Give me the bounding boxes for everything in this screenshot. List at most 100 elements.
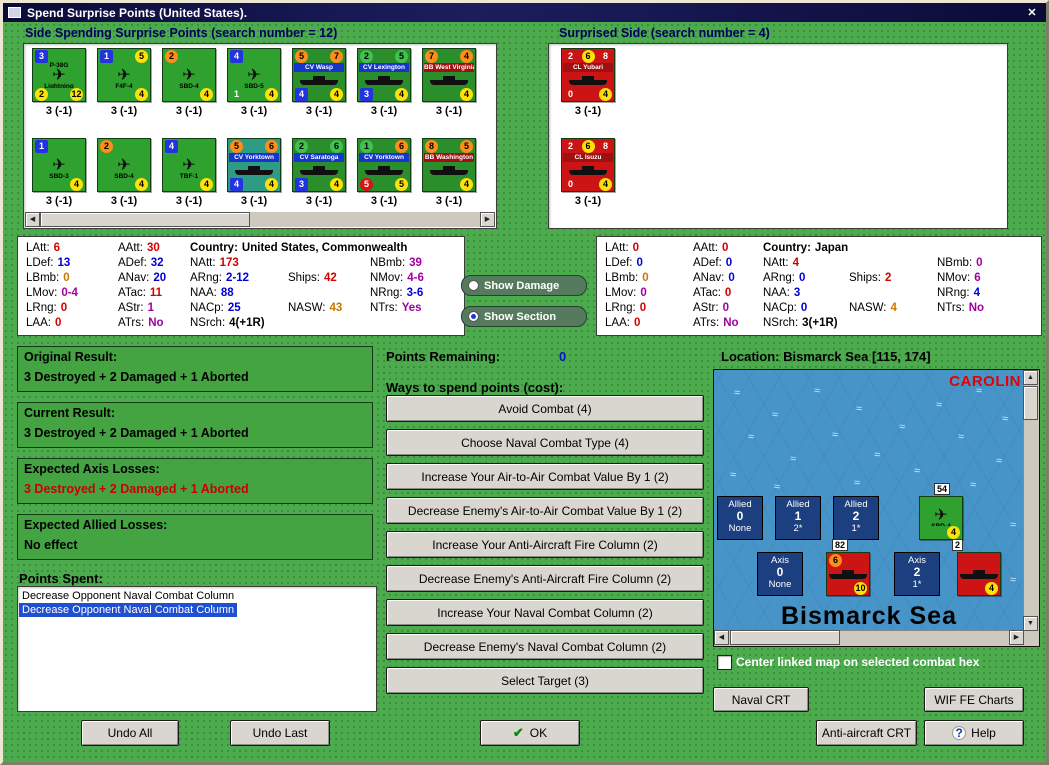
unit-counter[interactable]: 2 6 8 CL Isuzu 0 4 3 (-1) — [559, 138, 617, 207]
close-button[interactable]: ✕ — [1023, 6, 1041, 19]
unit-counter[interactable]: 2 ✈ SBD-4 4 3 (-1) — [160, 48, 218, 117]
ship-silhouette-icon — [424, 73, 474, 87]
aircraft-silhouette-icon: ✈ — [52, 66, 66, 84]
unit-counter[interactable]: 4 — [950, 552, 1008, 596]
center-map-checkbox-label[interactable]: Center linked map on selected combat hex — [736, 655, 979, 669]
points-spent-listbox[interactable]: Decrease Opponent Naval Combat Column Dec… — [17, 586, 377, 712]
scrollbar-thumb[interactable] — [40, 212, 250, 227]
unit-counter[interactable]: 1 ✈ SBD-3 4 3 (-1) — [30, 138, 88, 207]
counter-top-values: 25 — [359, 49, 409, 63]
radio-option-show-damage[interactable]: Show Damage — [461, 275, 587, 296]
unit-counter[interactable]: 1 5 ✈ F4F-4 4 3 (-1) — [95, 48, 153, 117]
counter-top-values: 15 — [99, 49, 149, 63]
map-stack-box-allied-1[interactable]: Allied 1 2* — [775, 496, 821, 540]
unit-caption: 3 (-1) — [435, 105, 463, 117]
map-vertical-scrollbar[interactable]: ▲ ▼ — [1023, 370, 1039, 631]
stat-nrng: NRng: 3-6 — [370, 287, 423, 299]
spend-button-2[interactable]: Choose Naval Combat Type (4) — [386, 429, 704, 456]
ok-button[interactable]: ✔ OK — [480, 720, 580, 746]
counter-body: 2 5 CV Lexington 3 4 — [357, 48, 411, 102]
map-vscroll-thumb[interactable] — [1023, 386, 1038, 420]
counter-value-badge: 4 — [985, 581, 998, 595]
map-scroll-down-button[interactable]: ▼ — [1023, 616, 1038, 631]
unit-counter[interactable]: 6 10 — [819, 552, 877, 596]
map-scroll-right-button[interactable]: ▶ — [1009, 630, 1024, 645]
center-map-checkbox[interactable] — [717, 655, 732, 670]
spend-button-8[interactable]: Decrease Enemy's Naval Combat Column (2) — [386, 633, 704, 660]
wif-fe-charts-button[interactable]: WIF FE Charts — [924, 687, 1024, 712]
ship-silhouette-icon — [563, 163, 613, 177]
unit-counter[interactable]: 2 6 8 CL Yubari 0 4 3 (-1) — [559, 48, 617, 117]
unit-counter[interactable]: 3 P-38G ✈ Lightning 2 12 3 (-1) — [30, 48, 88, 117]
stat-value: 20 — [153, 272, 167, 284]
unit-counter[interactable]: 4 ✈ SBD-5 1 4 3 (-1) — [225, 48, 283, 117]
unit-counter[interactable]: 2 6 CV Saratoga 3 4 3 (-1) — [290, 138, 348, 207]
spend-button-9[interactable]: Select Target (3) — [386, 667, 704, 694]
unit-counter[interactable]: ✈ SBD-4 4 — [912, 496, 970, 540]
spend-button-3[interactable]: Increase Your Air-to-Air Combat Value By… — [386, 463, 704, 490]
ship-silhouette-icon — [424, 163, 474, 177]
stat-ships: Ships: 42 — [288, 272, 337, 284]
naval-crt-button[interactable]: Naval CRT — [713, 687, 809, 712]
help-button[interactable]: ? Help — [924, 720, 1024, 746]
stat-value: 0 — [640, 287, 647, 299]
map-stack-box-axis-4[interactable]: Axis 2 1* — [894, 552, 940, 596]
points-spent-item[interactable]: Decrease Opponent Naval Combat Column — [19, 589, 237, 603]
stat-value: 13 — [57, 257, 71, 269]
unit-counter[interactable]: 2 ✈ SBD-4 4 3 (-1) — [95, 138, 153, 207]
spending-side-unit-list[interactable]: 3 P-38G ✈ Lightning 2 12 3 (-1) 1 5 ✈ F4F-4 4 3 (-1)… — [23, 43, 497, 229]
map-scroll-up-button[interactable]: ▲ — [1023, 370, 1038, 385]
points-remaining-label: Points Remaining: — [386, 349, 501, 364]
unit-counter[interactable]: 5 6 CV Yorktown 4 4 3 (-1) — [225, 138, 283, 207]
spend-button-6[interactable]: Decrease Enemy's Anti-Aircraft Fire Colu… — [386, 565, 704, 592]
counter-bottom-values: 10 — [828, 581, 868, 595]
stat-value: 173 — [219, 257, 239, 269]
counter-top-values: 57 — [294, 49, 344, 63]
stat-value: 11 — [149, 287, 163, 299]
map-hscroll-thumb[interactable] — [730, 630, 840, 645]
unit-list-horizontal-scrollbar[interactable]: ◀ ▶ — [25, 212, 495, 227]
map-horizontal-scrollbar[interactable]: ◀ ▶ — [714, 630, 1024, 646]
spend-button-5[interactable]: Increase Your Anti-Aircraft Fire Column … — [386, 531, 704, 558]
counter-value-badge: 6 — [330, 139, 343, 153]
map-scroll-left-button[interactable]: ◀ — [714, 630, 729, 645]
map-panel[interactable]: CAROLIN ≈≈≈≈≈≈≈≈≈≈≈≈≈≈≈≈≈≈≈≈≈≈Allied0Non… — [713, 369, 1040, 647]
points-spent-item[interactable]: Decrease Opponent Naval Combat Column — [19, 603, 238, 617]
map-stack-box-allied-0[interactable]: Allied 0 None — [717, 496, 763, 540]
counter-value-badge: 2 — [165, 49, 178, 63]
stat-ntrs: NTrs: Yes — [370, 302, 422, 314]
map-sea-area[interactable]: CAROLIN ≈≈≈≈≈≈≈≈≈≈≈≈≈≈≈≈≈≈≈≈≈≈Allied0Non… — [714, 370, 1024, 631]
spend-button-1[interactable]: Avoid Combat (4) — [386, 395, 704, 422]
spend-button-4[interactable]: Decrease Enemy's Air-to-Air Combat Value… — [386, 497, 704, 524]
undo-last-button[interactable]: Undo Last — [230, 720, 330, 746]
unit-counter[interactable]: 2 5 CV Lexington 3 4 3 (-1) — [355, 48, 413, 117]
surprised-side-unit-list[interactable]: 2 6 8 CL Yubari 0 4 3 (-1) 2 6 8 CL Isuzu 0 4 3 (-1) — [548, 43, 1008, 229]
counter-body: 1 ✈ SBD-3 4 — [32, 138, 86, 192]
scroll-left-button[interactable]: ◀ — [25, 212, 40, 227]
spend-button-7[interactable]: Increase Your Naval Combat Column (2) — [386, 599, 704, 626]
stat-value: Japan — [814, 242, 849, 254]
map-stack-box-axis-3[interactable]: Axis 0 None — [757, 552, 803, 596]
unit-counter[interactable]: 8 5 BB Washington 4 3 (-1) — [420, 138, 478, 207]
stat-value: No — [968, 302, 985, 314]
counter-top-values: 74 — [424, 49, 474, 63]
stat-label: ATac: — [693, 287, 721, 299]
unit-counter[interactable]: 5 7 CV Wasp 4 4 3 (-1) — [290, 48, 348, 117]
unit-counter[interactable]: 1 6 CV Yorktown 5 5 3 (-1) — [355, 138, 413, 207]
stat-natt: NAtt: 173 — [190, 257, 239, 269]
titlebar[interactable]: Spend Surprise Points (United States). ✕ — [3, 3, 1046, 22]
map-stack-box-allied-2[interactable]: Allied 2 1* — [833, 496, 879, 540]
counter-value-badge: 4 — [200, 177, 213, 191]
window-title: Spend Surprise Points (United States). — [27, 5, 248, 20]
anti-aircraft-crt-button[interactable]: Anti-aircraft CRT — [816, 720, 917, 746]
radio-option-show-section[interactable]: Show Section — [461, 306, 587, 327]
unit-counter[interactable]: 4 ✈ TBF-1 4 3 (-1) — [160, 138, 218, 207]
stat-label: NRng: — [937, 287, 970, 299]
wave-icon: ≈ — [936, 399, 943, 411]
help-icon: ? — [952, 726, 967, 740]
wave-icon: ≈ — [832, 429, 839, 441]
scroll-right-button[interactable]: ▶ — [480, 212, 495, 227]
undo-all-button[interactable]: Undo All — [81, 720, 179, 746]
counter-value-badge: 5 — [135, 49, 148, 63]
unit-counter[interactable]: 7 4 BB West Virginia 4 3 (-1) — [420, 48, 478, 117]
